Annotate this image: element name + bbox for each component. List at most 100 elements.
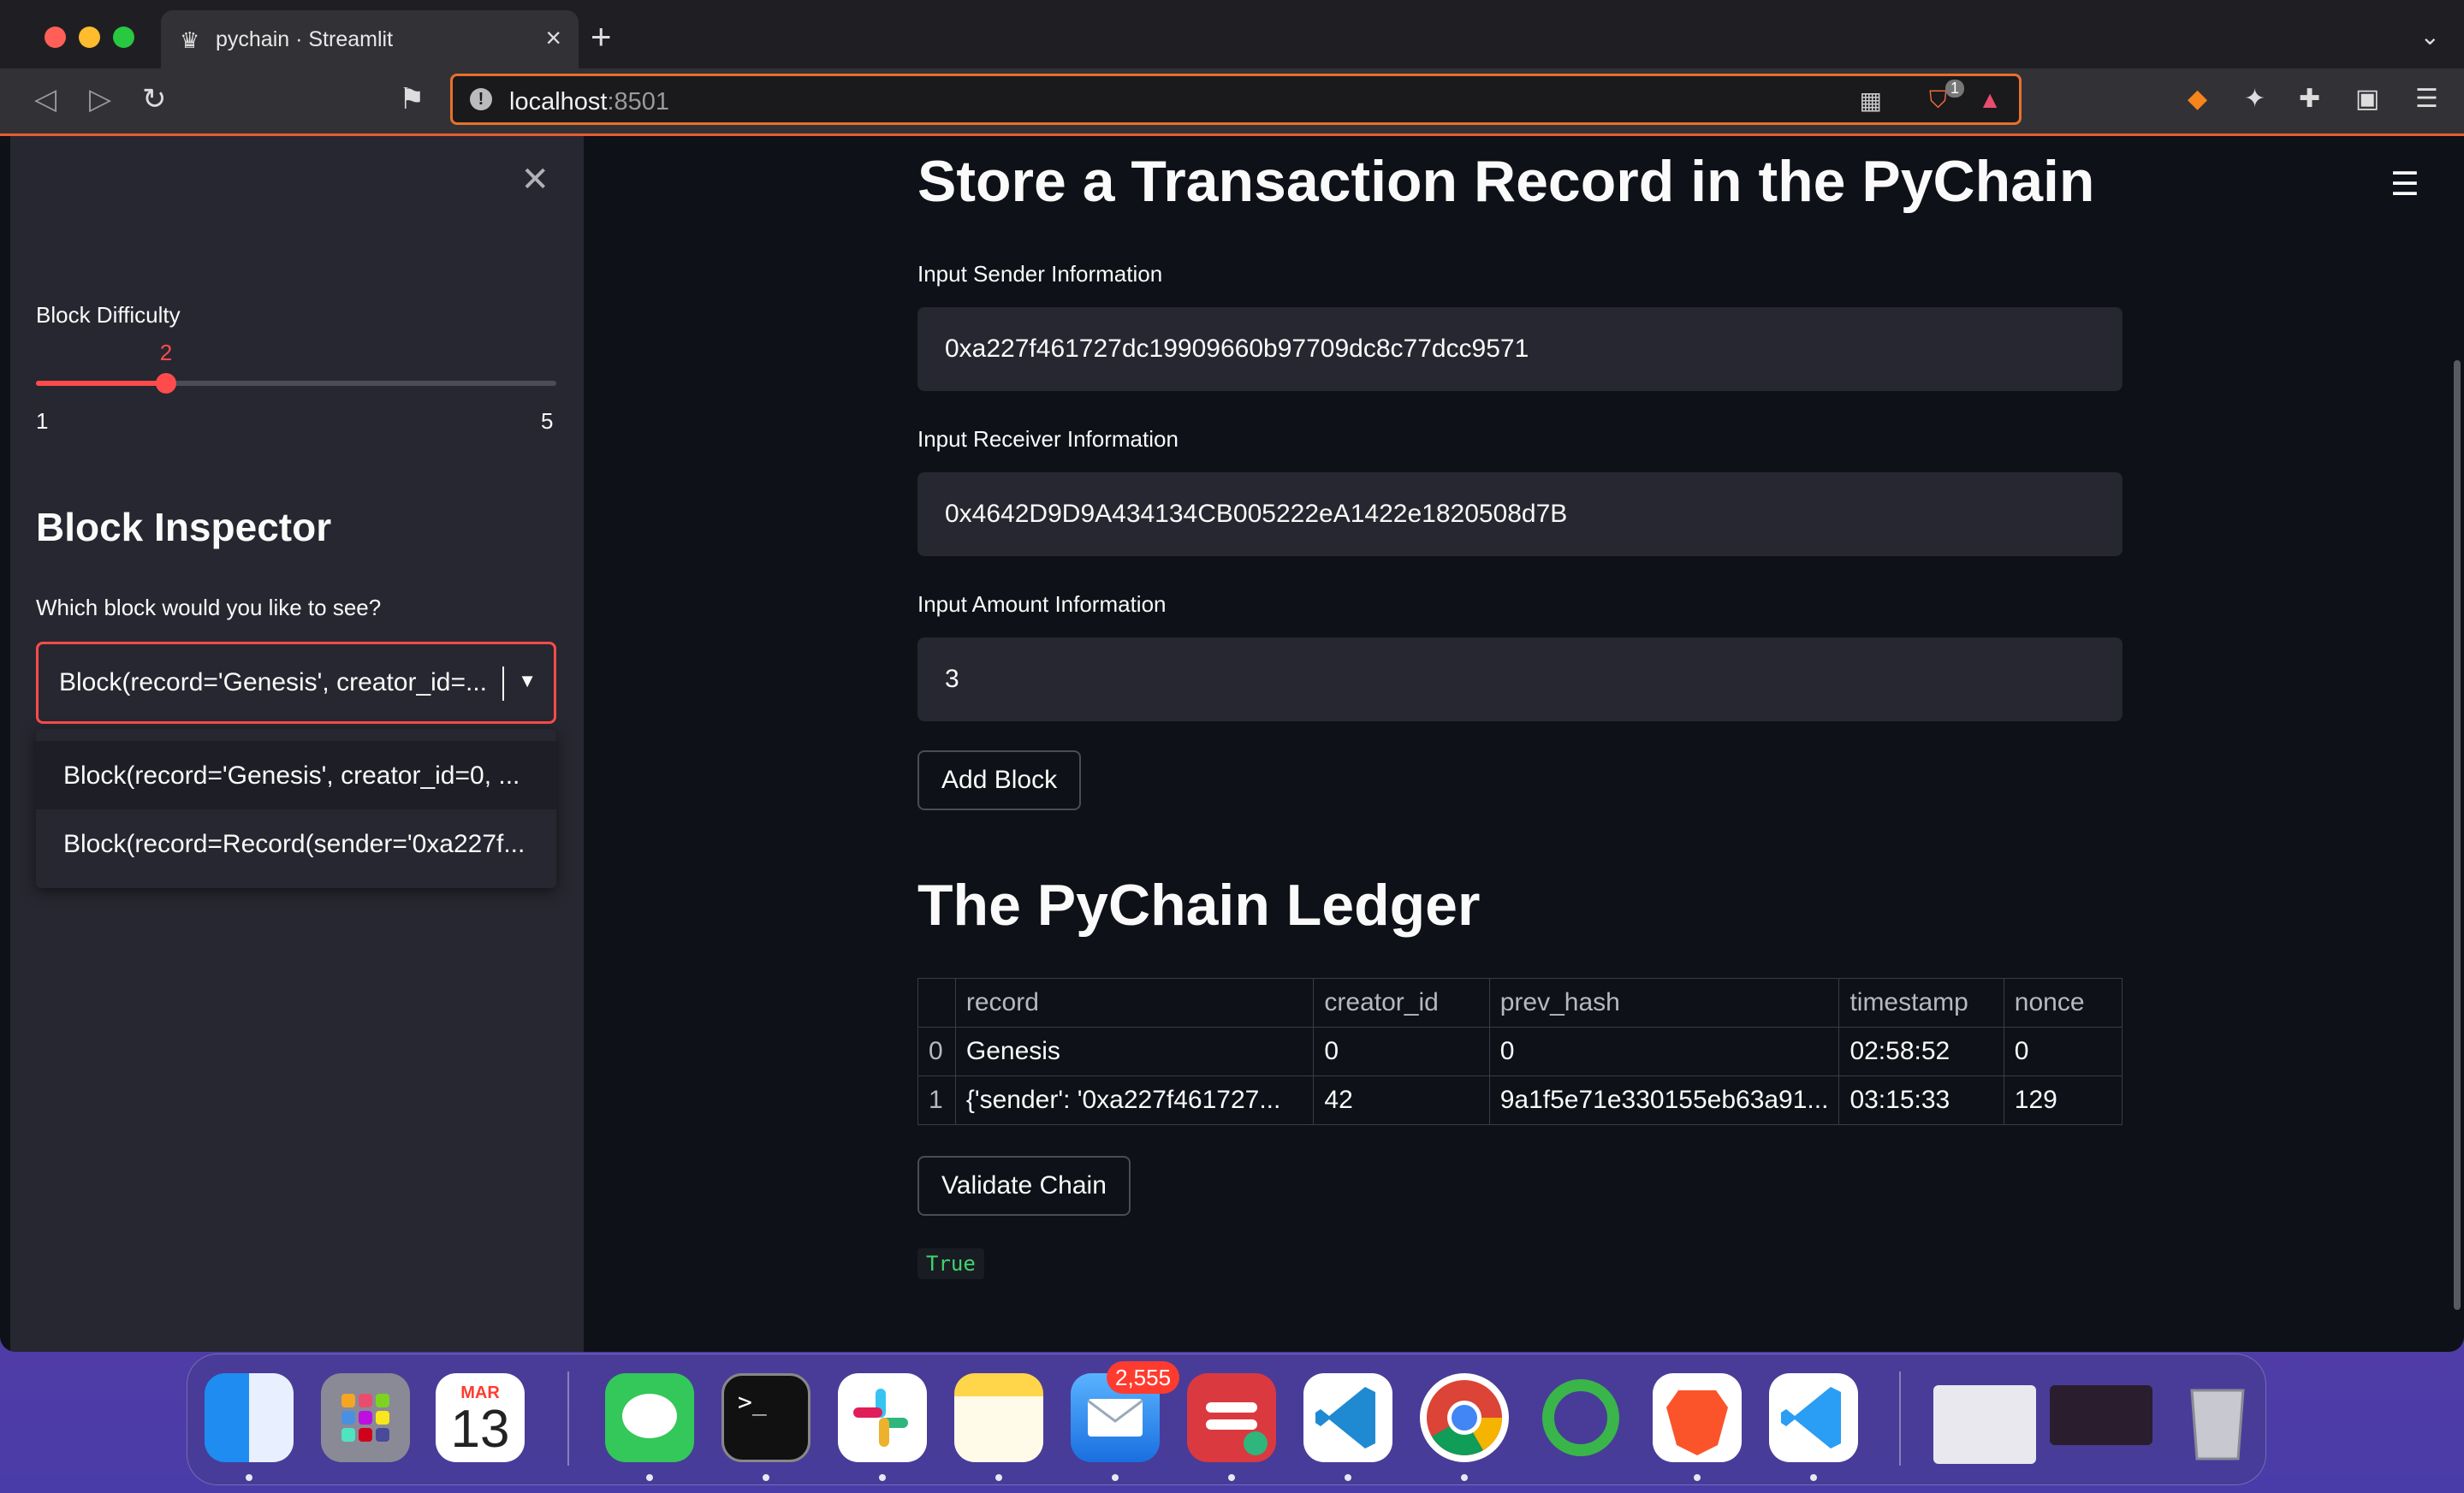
block-select[interactable]: Block(record='Genesis', creator_id=... ▼ bbox=[36, 642, 556, 724]
vscode-insiders-icon[interactable] bbox=[1769, 1373, 1858, 1462]
row-index: 1 bbox=[917, 1075, 956, 1125]
cell-record[interactable]: {'sender': '0xa227f461727... bbox=[954, 1075, 1315, 1125]
window-thumbnail-2[interactable] bbox=[2050, 1385, 2152, 1445]
launchpad-icon[interactable] bbox=[321, 1373, 410, 1462]
metamask-icon[interactable]: ◆ bbox=[2188, 84, 2207, 114]
terminal-icon[interactable]: >_ bbox=[721, 1373, 810, 1462]
running-indicator bbox=[763, 1474, 769, 1481]
receiver-input[interactable]: 0x4642D9D9A434134CB005222eA1422e1820508d… bbox=[917, 472, 2123, 556]
address-bar[interactable]: ! localhost:8501 ▦ ⛉ 1 ▲ bbox=[450, 74, 2022, 125]
cell-record[interactable]: Genesis bbox=[954, 1027, 1315, 1076]
cell-nonce[interactable]: 0 bbox=[2003, 1027, 2123, 1076]
add-block-button[interactable]: Add Block bbox=[917, 750, 1082, 810]
cell-prev-hash[interactable]: 0 bbox=[1488, 1027, 1840, 1076]
tab-list-chevron-icon[interactable]: ⌄ bbox=[2420, 22, 2440, 50]
new-tab-button[interactable]: + bbox=[591, 19, 612, 55]
table-header-row: record creator_id prev_hash timestamp no… bbox=[917, 978, 2123, 1028]
column-header-creator-id[interactable]: creator_id bbox=[1313, 978, 1490, 1028]
amount-value: 3 bbox=[945, 665, 959, 693]
row-index: 0 bbox=[917, 1027, 956, 1076]
url-text: localhost:8501 bbox=[509, 88, 670, 116]
brave-rewards-icon[interactable]: ▲ bbox=[1978, 86, 2002, 114]
ledger-table: record creator_id prev_hash timestamp no… bbox=[917, 978, 2123, 1125]
messages-icon[interactable] bbox=[605, 1373, 694, 1462]
chevron-down-icon[interactable]: ▼ bbox=[518, 670, 537, 692]
column-header-prev-hash[interactable]: prev_hash bbox=[1488, 978, 1840, 1028]
column-header-record[interactable]: record bbox=[954, 978, 1315, 1028]
vpn-logo-icon bbox=[1206, 1402, 1268, 1455]
scrollbar[interactable] bbox=[2454, 360, 2461, 1310]
block-dropdown-menu: Block(record='Genesis', creator_id=0, ..… bbox=[36, 729, 556, 888]
close-tab-icon[interactable]: × bbox=[545, 22, 561, 54]
cell-creator-id[interactable]: 42 bbox=[1313, 1075, 1490, 1125]
ledger-title: The PyChain Ledger bbox=[917, 873, 1481, 938]
receiver-label: Input Receiver Information bbox=[917, 426, 1179, 452]
vscode-icon[interactable] bbox=[1303, 1373, 1392, 1462]
sender-label: Input Sender Information bbox=[917, 261, 1163, 287]
chrome-icon[interactable] bbox=[1420, 1373, 1509, 1462]
green-ring-icon bbox=[1542, 1379, 1619, 1456]
close-sidebar-icon[interactable]: ✕ bbox=[520, 160, 549, 199]
amount-input[interactable]: 3 bbox=[917, 637, 2123, 721]
browser-window: ♛ pychain · Streamlit × + ⌄ ◁ ▷ ↻ ⚑ ! lo… bbox=[0, 0, 2464, 1352]
column-header-timestamp[interactable]: timestamp bbox=[1838, 978, 2004, 1028]
extension-icon[interactable]: ✦ bbox=[2244, 84, 2265, 114]
cell-nonce[interactable]: 129 bbox=[2003, 1075, 2123, 1125]
qr-code-icon[interactable]: ▦ bbox=[1860, 86, 1882, 115]
running-indicator bbox=[1461, 1474, 1468, 1481]
cell-prev-hash[interactable]: 9a1f5e71e330155eb63a91... bbox=[1488, 1075, 1840, 1125]
cell-timestamp[interactable]: 02:58:52 bbox=[1838, 1027, 2004, 1076]
select-cursor bbox=[502, 667, 504, 701]
close-window-button[interactable] bbox=[45, 27, 66, 48]
calendar-icon[interactable]: MAR 13 bbox=[436, 1373, 525, 1462]
slack-icon[interactable] bbox=[838, 1373, 927, 1462]
finder-icon[interactable] bbox=[205, 1373, 294, 1462]
column-header-nonce[interactable]: nonce bbox=[2003, 978, 2123, 1028]
cell-timestamp[interactable]: 03:15:33 bbox=[1838, 1075, 2004, 1125]
running-indicator bbox=[1112, 1474, 1119, 1481]
trash-can-icon bbox=[2190, 1389, 2245, 1460]
browser-toolbar: ◁ ▷ ↻ ⚑ ! localhost:8501 ▦ ⛉ 1 ▲ ◆ ✦ ✚ ▣… bbox=[0, 68, 2464, 136]
block-select-value: Block(record='Genesis', creator_id=... bbox=[59, 668, 488, 696]
dropdown-option[interactable]: Block(record='Genesis', creator_id=0, ..… bbox=[36, 741, 556, 809]
sender-input[interactable]: 0xa227f461727dc19909660b97709dc8c77dcc95… bbox=[917, 307, 2123, 391]
reload-icon[interactable]: ↻ bbox=[142, 82, 167, 116]
puzzle-extensions-icon[interactable]: ✚ bbox=[2299, 84, 2320, 114]
speech-bubble-icon bbox=[622, 1394, 677, 1438]
forward-icon[interactable]: ▷ bbox=[89, 82, 111, 116]
dropdown-option[interactable]: Block(record=Record(sender='0xa227f... bbox=[36, 809, 556, 878]
brave-icon[interactable] bbox=[1653, 1373, 1742, 1462]
app-menu-icon[interactable]: ☰ bbox=[2390, 165, 2419, 204]
macos-dock: MAR 13 >_ 2,555 bbox=[187, 1354, 2266, 1485]
column-header-index[interactable] bbox=[917, 978, 956, 1028]
running-indicator bbox=[1228, 1474, 1235, 1481]
browser-menu-icon[interactable]: ☰ bbox=[2415, 84, 2438, 114]
terminal-prompt-icon: >_ bbox=[738, 1388, 767, 1416]
expressvpn-icon[interactable] bbox=[1187, 1373, 1276, 1462]
difficulty-label: Block Difficulty bbox=[36, 302, 181, 328]
difficulty-slider[interactable] bbox=[36, 373, 556, 394]
slider-thumb[interactable] bbox=[156, 373, 176, 394]
back-icon[interactable]: ◁ bbox=[34, 82, 56, 116]
window-thumbnail-1[interactable] bbox=[1933, 1385, 2036, 1464]
ring-app-icon[interactable] bbox=[1536, 1373, 1625, 1462]
validate-chain-button[interactable]: Validate Chain bbox=[917, 1156, 1131, 1216]
page-title: Store a Transaction Record in the PyChai… bbox=[917, 149, 2095, 214]
site-info-icon[interactable]: ! bbox=[470, 88, 492, 110]
bookmark-icon[interactable]: ⚑ bbox=[399, 82, 425, 116]
mail-badge: 2,555 bbox=[1107, 1361, 1180, 1394]
wallet-icon[interactable]: ▣ bbox=[2355, 84, 2379, 114]
running-indicator bbox=[246, 1474, 252, 1481]
brave-shield-icon[interactable]: ⛉ bbox=[1929, 86, 1947, 115]
chrome-logo-icon bbox=[1427, 1380, 1502, 1455]
tab-title: pychain · Streamlit bbox=[216, 27, 394, 51]
cell-creator-id[interactable]: 0 bbox=[1313, 1027, 1490, 1076]
sidebar: ✕ Block Difficulty 2 1 5 Block Inspector… bbox=[10, 136, 584, 1352]
zoom-window-button[interactable] bbox=[113, 27, 134, 48]
block-select-label: Which block would you like to see? bbox=[36, 595, 382, 620]
browser-tab[interactable]: ♛ pychain · Streamlit × bbox=[161, 10, 579, 68]
sender-value: 0xa227f461727dc19909660b97709dc8c77dcc95… bbox=[945, 335, 1529, 363]
notes-icon[interactable] bbox=[954, 1373, 1043, 1462]
trash-icon[interactable] bbox=[2173, 1373, 2262, 1462]
minimize-window-button[interactable] bbox=[79, 27, 100, 48]
